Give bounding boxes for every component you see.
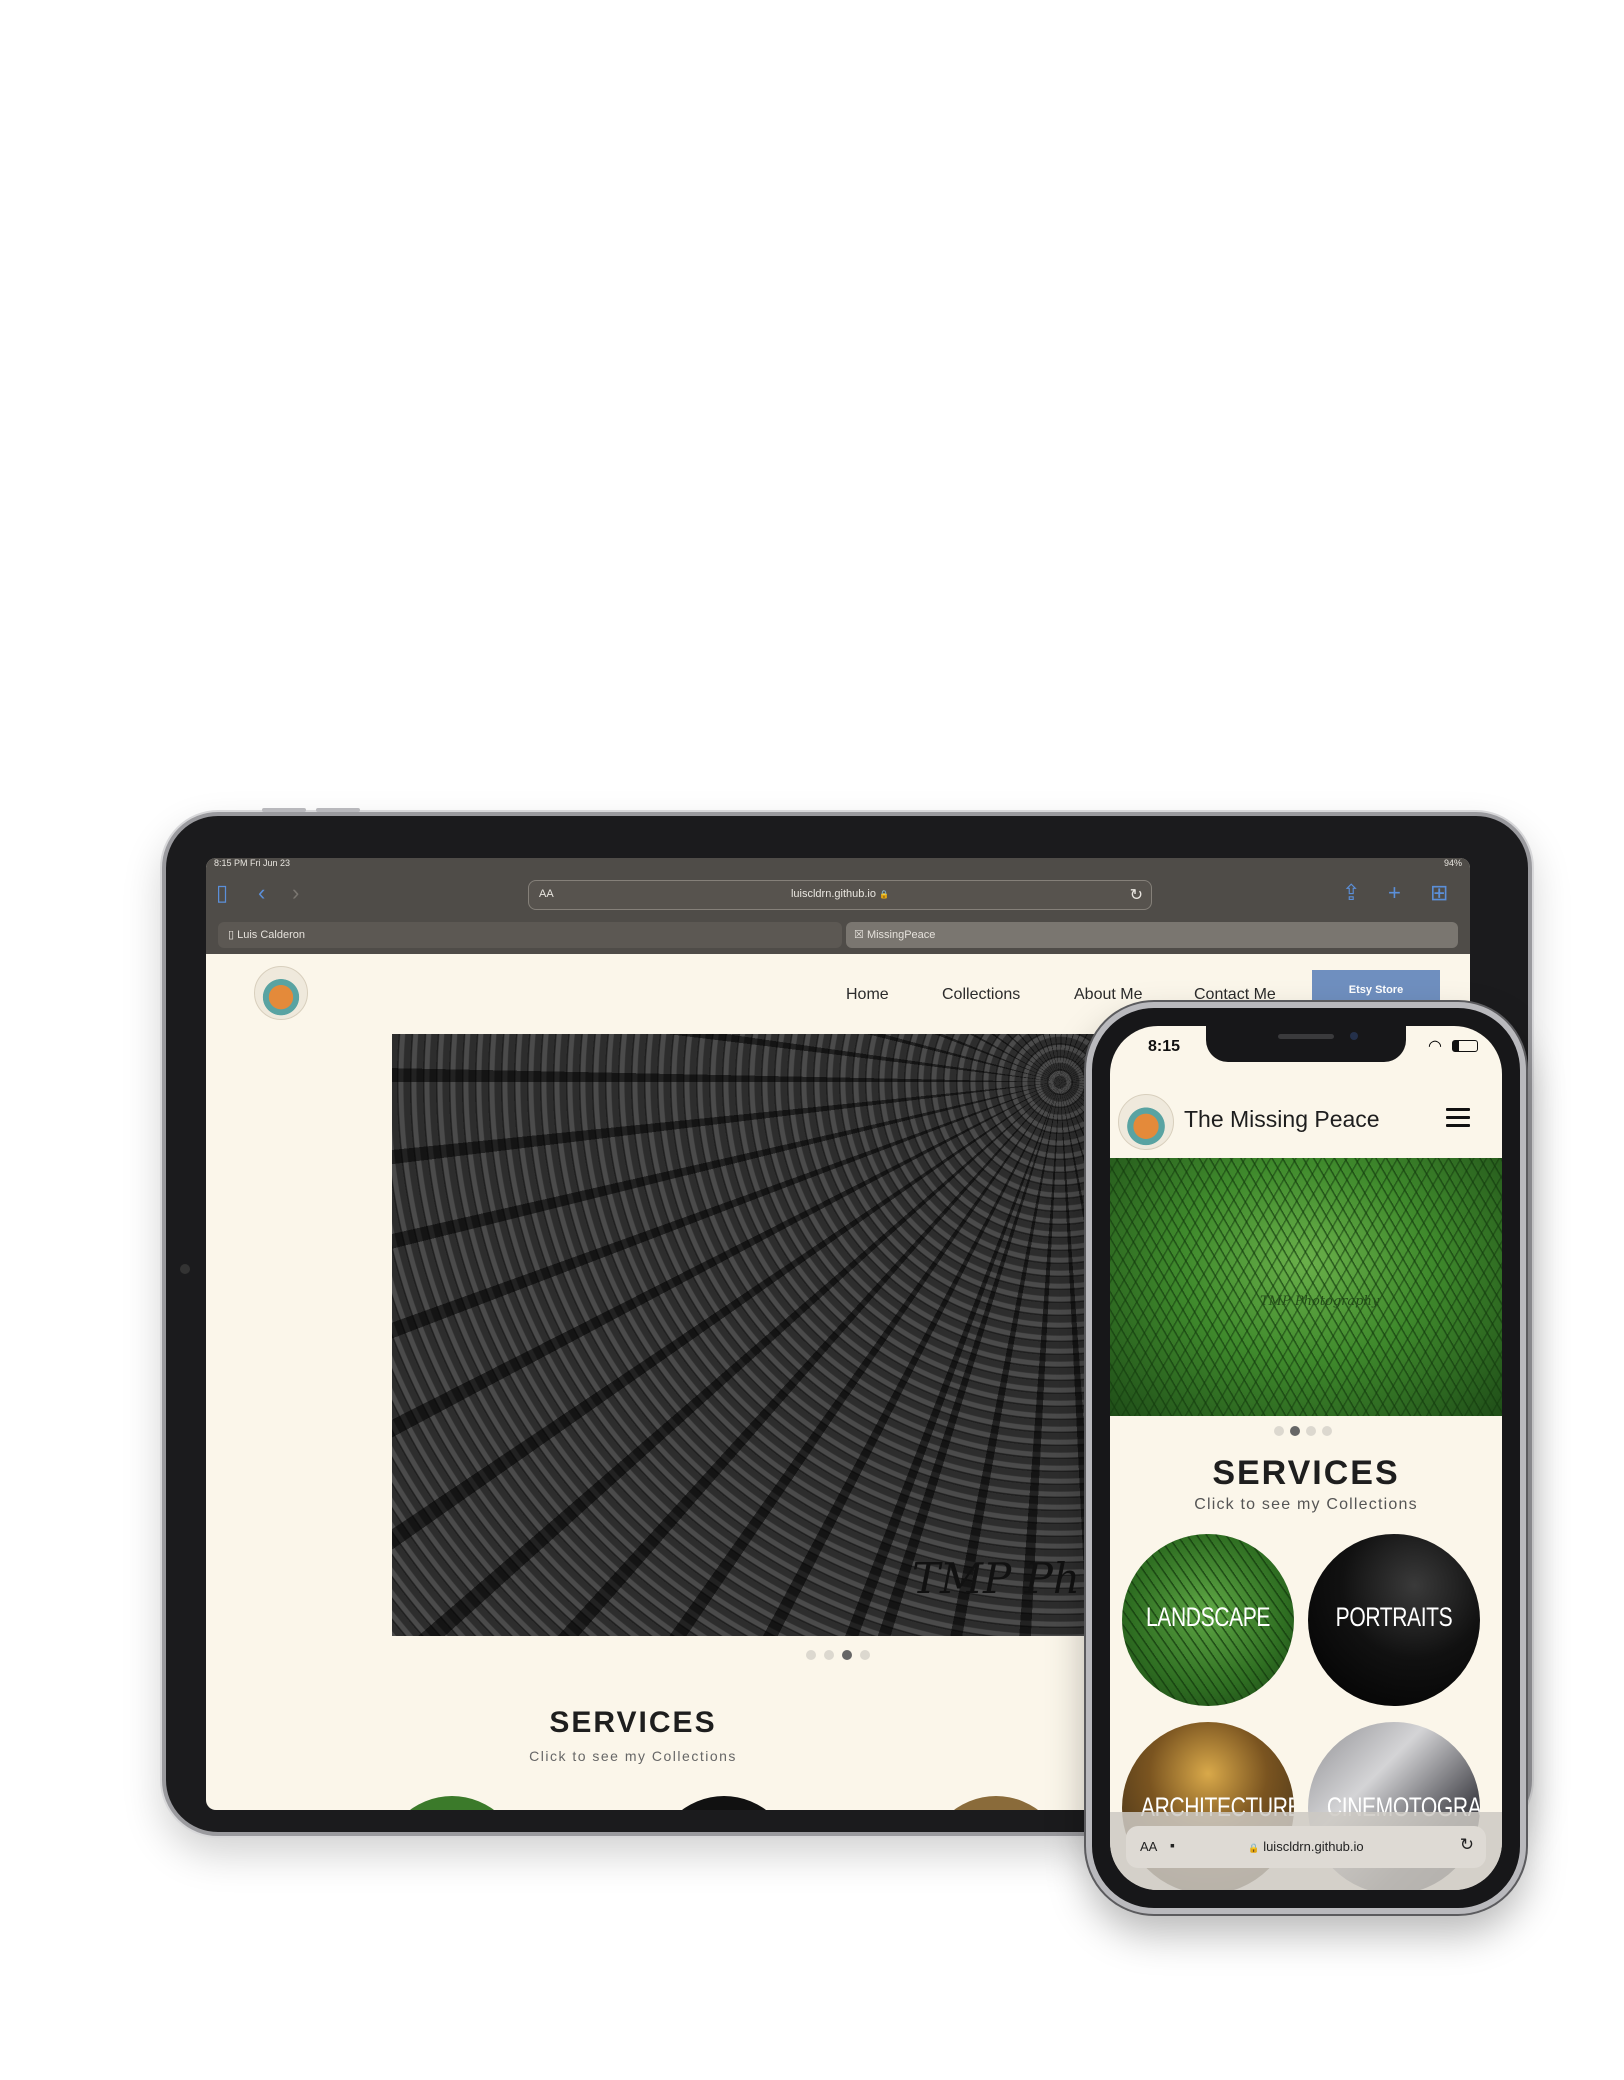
tablet-status-time: 8:15 PM Fri Jun 23 bbox=[214, 858, 291, 868]
sidebar-icon[interactable]: ▯ bbox=[216, 882, 228, 904]
reload-icon[interactable]: ↻ bbox=[1460, 1835, 1474, 1855]
carousel-dot-active[interactable] bbox=[842, 1650, 852, 1660]
tablet-carousel-dots bbox=[806, 1650, 870, 1660]
add-tab-icon[interactable]: + bbox=[1388, 882, 1401, 904]
phone-camera-icon bbox=[1350, 1032, 1358, 1040]
address-bar[interactable]: AA luiscldrn.github.io 🔒 ↻ bbox=[528, 880, 1152, 910]
tablet-battery-level: 94% bbox=[1443, 858, 1462, 868]
url-text: luiscldrn.github.io 🔒 bbox=[529, 888, 1151, 900]
phone-speaker bbox=[1278, 1034, 1334, 1039]
reload-icon[interactable]: ↻ bbox=[1130, 885, 1143, 905]
phone-site-brand[interactable]: The Missing Peace bbox=[1184, 1106, 1380, 1133]
close-tab-icon[interactable]: ☒ bbox=[854, 929, 864, 941]
carousel-dot[interactable] bbox=[1274, 1426, 1284, 1436]
collection-label: PORTRAITS bbox=[1335, 1602, 1453, 1632]
phone-address-bar[interactable]: AA ▪ 🔒 luiscldrn.github.io ↻ bbox=[1126, 1826, 1486, 1868]
nav-about-me[interactable]: About Me bbox=[1074, 986, 1142, 1004]
tab-missingpeace[interactable]: ☒ MissingPeace bbox=[846, 922, 1458, 948]
phone-carousel-dots bbox=[1274, 1426, 1332, 1436]
tab-label: Luis Calderon bbox=[237, 929, 305, 941]
nav-collections[interactable]: Collections bbox=[942, 986, 1020, 1004]
collection-landscape[interactable]: LANDSCAPE bbox=[1122, 1534, 1294, 1706]
carousel-dot[interactable] bbox=[806, 1650, 816, 1660]
tablet-status-bar: 8:15 PM Fri Jun 23 94% bbox=[206, 858, 1470, 870]
phone-services-heading: SERVICES bbox=[1212, 1454, 1400, 1492]
carousel-dot[interactable] bbox=[1322, 1426, 1332, 1436]
site-logo[interactable] bbox=[254, 966, 308, 1020]
hero-image-tree-rings: TMP Ph bbox=[392, 1034, 1118, 1636]
browser-toolbar: ▯ ‹ › AA luiscldrn.github.io 🔒 ↻ ⇪ + ⊞ bbox=[206, 870, 1470, 916]
service-circle-portraits[interactable] bbox=[654, 1796, 794, 1810]
tablet-camera bbox=[180, 1264, 190, 1274]
service-circle-landscape[interactable] bbox=[382, 1796, 522, 1810]
browser-tab-bar: ▯ Luis Calderon ☒ MissingPeace bbox=[206, 916, 1470, 954]
wifi-icon: ◠ bbox=[1428, 1038, 1442, 1055]
phone-status-time: 8:15 bbox=[1148, 1038, 1181, 1055]
carousel-dot[interactable] bbox=[824, 1650, 834, 1660]
carousel-dot-active[interactable] bbox=[1290, 1426, 1300, 1436]
services-heading: SERVICES bbox=[549, 1706, 717, 1739]
collection-portraits[interactable]: PORTRAITS bbox=[1308, 1534, 1480, 1706]
tab-luis-calderon[interactable]: ▯ Luis Calderon bbox=[218, 922, 842, 948]
phone-services-subtitle: Click to see my Collections bbox=[1194, 1496, 1418, 1513]
tab-label: MissingPeace bbox=[866, 929, 936, 941]
lock-icon: 🔒 bbox=[879, 890, 890, 899]
tab-favicon-icon: ▯ bbox=[228, 929, 235, 941]
phone-device: 8:15 ◠ The Missing Peace TMP Photography… bbox=[1086, 1002, 1526, 1914]
phone-url-value: luiscldrn.github.io bbox=[1263, 1839, 1364, 1854]
carousel-dot[interactable] bbox=[860, 1650, 870, 1660]
hamburger-menu-icon[interactable] bbox=[1446, 1108, 1470, 1128]
tablet-volume-button bbox=[262, 808, 306, 812]
back-icon[interactable]: ‹ bbox=[258, 882, 265, 904]
tabs-grid-icon[interactable]: ⊞ bbox=[1430, 882, 1448, 904]
battery-icon bbox=[1452, 1040, 1478, 1052]
phone-hero-watermark: TMP Photography bbox=[1260, 1294, 1380, 1309]
collection-label: LANDSCAPE bbox=[1145, 1602, 1271, 1632]
hero-watermark: TMP Ph bbox=[912, 1554, 1080, 1603]
share-icon[interactable]: ⇪ bbox=[1342, 882, 1360, 904]
lock-icon: 🔒 bbox=[1248, 1843, 1260, 1853]
phone-hero-image-fern: TMP Photography bbox=[1110, 1158, 1502, 1416]
phone-url-text: 🔒 luiscldrn.github.io bbox=[1126, 1839, 1486, 1854]
carousel-dot[interactable] bbox=[1306, 1426, 1316, 1436]
tablet-volume-button bbox=[316, 808, 360, 812]
phone-screen: 8:15 ◠ The Missing Peace TMP Photography… bbox=[1110, 1026, 1502, 1890]
url-value: luiscldrn.github.io bbox=[790, 888, 876, 900]
nav-home[interactable]: Home bbox=[846, 986, 889, 1004]
service-circle-architecture[interactable] bbox=[926, 1796, 1066, 1810]
services-subtitle: Click to see my Collections bbox=[529, 1748, 737, 1764]
phone-notch bbox=[1206, 1026, 1406, 1062]
forward-icon[interactable]: › bbox=[292, 882, 299, 904]
phone-site-logo[interactable] bbox=[1118, 1094, 1174, 1150]
